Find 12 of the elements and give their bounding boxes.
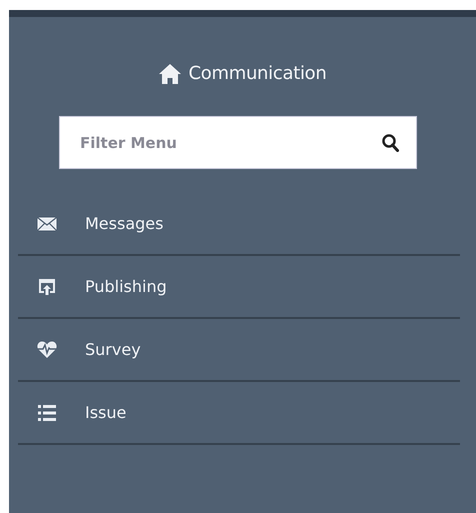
menu-item[interactable]: Issue — [18, 382, 460, 445]
upload-screen-icon — [38, 278, 56, 296]
home-icon — [158, 64, 180, 84]
list-icon — [38, 404, 56, 420]
filter-field[interactable]: Filter Menu — [59, 116, 417, 169]
menu-item[interactable]: Survey — [18, 319, 460, 382]
heartbeat-icon — [37, 341, 57, 358]
search-icon[interactable] — [382, 134, 399, 152]
sidebar-title: Communication — [188, 63, 326, 84]
envelope-icon — [37, 216, 57, 230]
menu-item[interactable]: Publishing — [18, 256, 460, 319]
menu-item[interactable]: Messages — [18, 193, 460, 256]
